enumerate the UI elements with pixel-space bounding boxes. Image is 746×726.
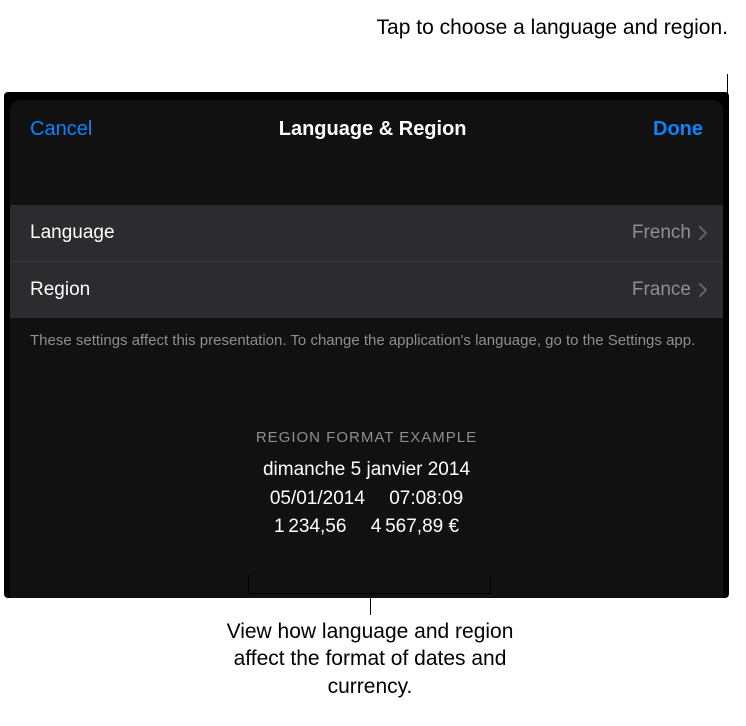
chevron-right-icon	[699, 283, 707, 297]
region-value-wrap: France	[632, 279, 707, 301]
settings-list: Language French Region France	[10, 205, 723, 318]
language-value: French	[632, 222, 691, 244]
done-button[interactable]: Done	[653, 118, 703, 141]
example-header: REGION FORMAT EXAMPLE	[10, 429, 723, 446]
language-label: Language	[30, 222, 115, 244]
example-long-date: dimanche 5 janvier 2014	[10, 456, 723, 485]
region-value: France	[632, 279, 691, 301]
page-title: Language & Region	[279, 118, 467, 141]
example-number-currency: 1 234,56 4 567,89 €	[10, 513, 723, 542]
language-value-wrap: French	[632, 222, 707, 244]
cancel-button[interactable]: Cancel	[30, 118, 92, 141]
callout-bracket-bottom	[248, 575, 491, 595]
region-label: Region	[30, 279, 90, 301]
chevron-right-icon	[699, 226, 707, 240]
callout-bottom: View how language and region affect the …	[0, 618, 746, 700]
callout-top: Tap to choose a language and region.	[377, 14, 728, 41]
region-row[interactable]: Region France	[10, 261, 723, 318]
navigation-bar: Cancel Language & Region Done	[10, 100, 723, 157]
callout-bottom-text: View how language and region affect the …	[220, 618, 520, 700]
callout-top-text: Tap to choose a language and region.	[377, 16, 728, 39]
region-format-example: REGION FORMAT EXAMPLE dimanche 5 janvier…	[10, 429, 723, 542]
settings-footer-note: These settings affect this presentation.…	[10, 318, 723, 351]
language-region-modal: Cancel Language & Region Done Language F…	[10, 100, 723, 598]
example-short-date-time: 05/01/2014 07:08:09	[10, 485, 723, 514]
modal-backdrop: Cancel Language & Region Done Language F…	[4, 92, 729, 598]
language-row[interactable]: Language French	[10, 205, 723, 261]
